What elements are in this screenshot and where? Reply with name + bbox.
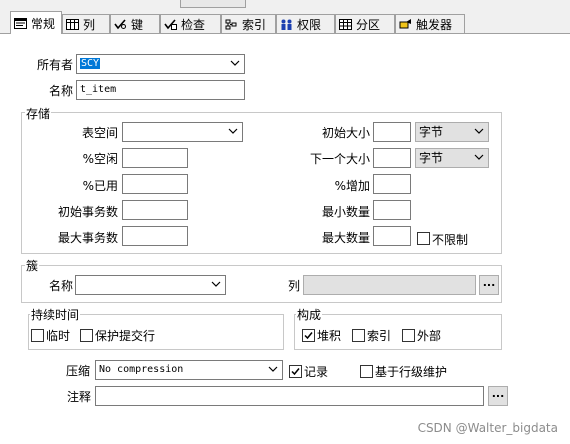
row-movement-label: 基于行级维护 (375, 365, 448, 379)
tab-label: 触发器 (416, 17, 453, 32)
unlimited-checkbox[interactable] (417, 232, 430, 245)
chevron-down-icon (211, 281, 221, 287)
users-icon (280, 19, 293, 30)
pct-used-input[interactable] (122, 174, 188, 194)
external-label: 外部 (417, 329, 442, 343)
pct-free-label: %空闲 (82, 152, 118, 166)
chevron-down-icon (474, 154, 484, 160)
tab-label: 列 (83, 17, 96, 32)
columns-icon (66, 18, 79, 30)
tab-keys[interactable]: 键 (110, 14, 160, 33)
next-unit-select[interactable]: 字节 (415, 148, 489, 168)
initial-size-input[interactable] (373, 122, 411, 142)
chevron-down-icon (268, 366, 278, 372)
init-trans-input[interactable] (122, 200, 188, 220)
pct-increase-input[interactable] (373, 174, 411, 194)
tab-label: 键 (131, 17, 144, 32)
tab-label: 分区 (356, 17, 381, 32)
comment-browse-button[interactable]: ... (488, 386, 508, 406)
check-icon (164, 18, 177, 30)
index-organized-checkbox[interactable] (352, 329, 365, 342)
max-extents-input[interactable] (373, 226, 411, 246)
cluster-columns-browse-button[interactable]: ... (479, 275, 499, 295)
comment-input[interactable] (95, 386, 484, 406)
pct-used-label: %已用 (82, 179, 118, 193)
tab-general[interactable]: 常规 (10, 11, 62, 34)
logging-checkbox[interactable] (289, 365, 302, 378)
heap-label: 堆积 (317, 329, 342, 343)
partition-icon (339, 18, 352, 30)
unlimited-label: 不限制 (432, 233, 469, 247)
compression-label: 压缩 (66, 364, 91, 378)
row-movement-checkbox[interactable] (360, 365, 373, 378)
pct-free-input[interactable] (122, 148, 188, 168)
tablespace-label: 表空间 (81, 126, 118, 140)
organization-title: 构成 (296, 306, 323, 323)
compression-value: No compression (99, 364, 184, 375)
heap-checkbox[interactable] (302, 329, 315, 342)
cluster-name-label: 名称 (49, 279, 74, 293)
duration-title: 持续时间 (30, 306, 81, 323)
max-trans-input[interactable] (122, 226, 188, 246)
external-checkbox[interactable] (402, 329, 415, 342)
tab-check[interactable]: 检查 (160, 14, 221, 33)
max-extents-label: 最大数量 (321, 231, 370, 245)
min-extents-input[interactable] (373, 200, 411, 220)
tab-partitions[interactable]: 分区 (335, 14, 395, 33)
checkmark-icon (291, 368, 300, 376)
cluster-columns-label: 列 (288, 279, 301, 293)
cluster-columns-input[interactable] (303, 275, 476, 295)
initial-unit-select[interactable]: 字节 (415, 122, 489, 142)
owner-label: 所有者 (37, 58, 74, 72)
comment-label: 注释 (67, 390, 92, 404)
min-extents-label: 最小数量 (321, 205, 370, 219)
key-icon (114, 18, 127, 30)
watermark: CSDN @Walter_bigdata (417, 421, 558, 435)
next-size-label: 下一个大小 (309, 152, 370, 166)
pct-increase-label: %增加 (334, 179, 370, 193)
owner-select[interactable]: SCY (76, 54, 245, 74)
index-icon (225, 19, 238, 30)
chevron-down-icon (474, 128, 484, 134)
storage-title: 存储 (25, 105, 52, 122)
tab-strip-edge (180, 0, 246, 8)
chevron-down-icon (228, 128, 238, 134)
tablespace-select[interactable] (122, 122, 243, 142)
cluster-name-select[interactable] (75, 275, 226, 295)
compression-select[interactable]: No compression (95, 360, 283, 380)
tab-label: 索引 (242, 17, 267, 32)
temporary-checkbox[interactable] (31, 329, 44, 342)
tab-indexes[interactable]: 索引 (221, 14, 276, 33)
general-icon (14, 17, 27, 29)
tab-label: 常规 (31, 16, 56, 31)
cluster-title: 簇 (25, 257, 40, 274)
checkmark-icon (304, 332, 313, 340)
preserve-rows-label: 保护提交行 (95, 329, 156, 343)
index-organized-label: 索引 (367, 329, 392, 343)
initial-unit-value: 字节 (419, 125, 444, 139)
trigger-icon (399, 18, 412, 30)
next-size-input[interactable] (373, 148, 411, 168)
tab-columns[interactable]: 列 (62, 14, 110, 33)
tab-triggers[interactable]: 触发器 (395, 14, 465, 33)
name-input[interactable]: t_item (76, 80, 245, 100)
name-label: 名称 (49, 84, 74, 98)
temporary-label: 临时 (46, 329, 71, 343)
logging-label: 记录 (304, 365, 329, 379)
initial-size-label: 初始大小 (321, 126, 370, 140)
chevron-down-icon (230, 60, 240, 66)
preserve-rows-checkbox[interactable] (80, 329, 93, 342)
init-trans-label: 初始事务数 (57, 205, 118, 219)
tab-label: 检查 (181, 17, 206, 32)
tab-label: 权限 (297, 17, 322, 32)
max-trans-label: 最大事务数 (57, 231, 118, 245)
next-unit-value: 字节 (419, 151, 444, 165)
tab-privileges[interactable]: 权限 (276, 14, 335, 33)
owner-value: SCY (80, 58, 101, 69)
